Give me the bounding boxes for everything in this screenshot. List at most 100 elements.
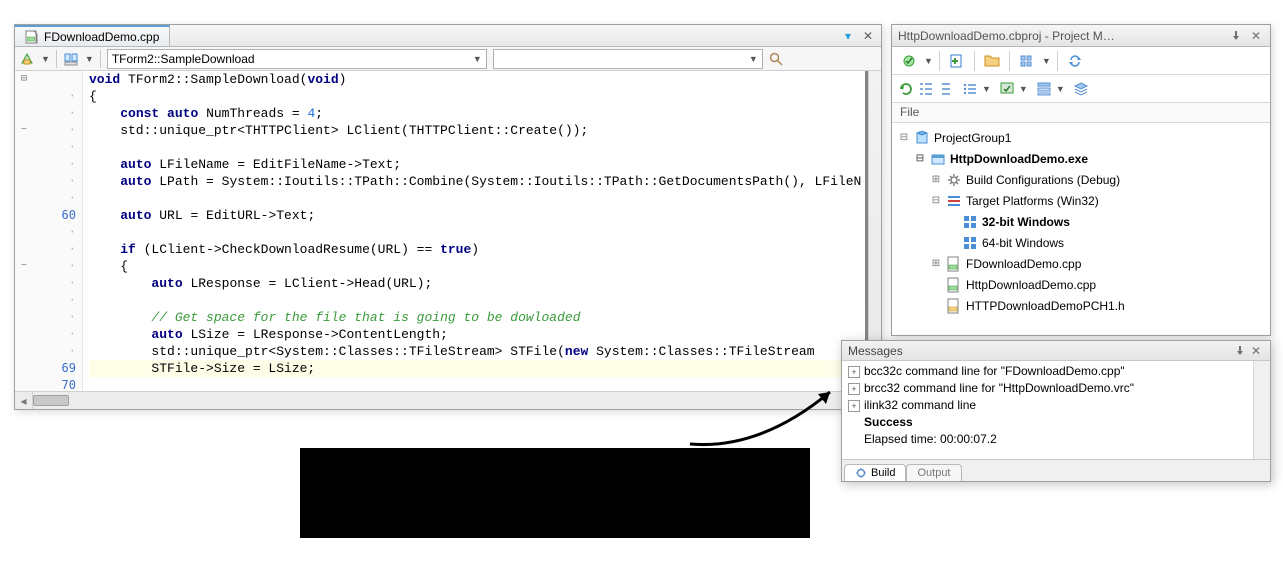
chevron-down-icon[interactable]: ▼ [924, 56, 933, 66]
code-area: ⊟··−·····60··−······6970 void TForm2::Sa… [15, 71, 881, 391]
chevron-down-icon[interactable]: ▼ [982, 84, 991, 94]
tree-row[interactable]: HttpDownloadDemo.cpp [898, 274, 1268, 295]
messages-tab-build[interactable]: Build [844, 464, 906, 481]
tree-twisty-icon[interactable]: ⊟ [930, 191, 942, 211]
target-icon [946, 193, 962, 209]
expand-icon[interactable]: + [848, 366, 860, 378]
tab-close-icon[interactable]: ✕ [859, 27, 877, 45]
chevron-down-icon[interactable]: ▼ [1056, 84, 1065, 94]
gutter-row: −· [15, 122, 82, 139]
structure-view-icon[interactable] [19, 51, 35, 67]
code-line[interactable] [89, 224, 881, 241]
code-line[interactable]: { [89, 88, 881, 105]
tab-dropdown-chevron-icon[interactable]: ▾ [839, 27, 857, 45]
code-line[interactable]: std::unique_ptr<THTTPClient> LClient(THT… [89, 122, 881, 139]
list-icon[interactable] [962, 81, 978, 97]
fold-toggle-icon[interactable]: − [15, 258, 33, 275]
tree-row[interactable]: ⊞FDownloadDemo.cpp [898, 253, 1268, 274]
fold-toggle-icon[interactable]: ⊟ [15, 71, 33, 88]
filter-icon[interactable] [999, 81, 1015, 97]
tree-twisty-icon[interactable]: ⊞ [930, 254, 942, 274]
layers-icon[interactable] [1073, 81, 1089, 97]
expand-icon[interactable]: + [848, 400, 860, 412]
expand-tree-icon[interactable] [918, 81, 934, 97]
chevron-down-icon[interactable]: ▼ [1019, 84, 1028, 94]
chevron-down-icon[interactable]: ▼ [41, 54, 50, 64]
chevron-down-icon[interactable]: ▼ [1042, 56, 1051, 66]
nav-symbol-combobox[interactable]: TForm2::SampleDownload ▼ [107, 49, 487, 69]
close-icon[interactable]: ✕ [1248, 343, 1264, 359]
activate-icon[interactable] [898, 50, 920, 72]
project-tree-column-header[interactable]: File [892, 103, 1270, 123]
code-body[interactable]: void TForm2::SampleDownload(void){ const… [83, 71, 881, 391]
editor-file-tab[interactable]: FDownloadDemo.cpp [15, 25, 170, 46]
message-row[interactable]: +ilink32 command line [842, 397, 1270, 414]
tree-label: Target Platforms (Win32) [966, 191, 1099, 211]
tree-row[interactable]: ⊟ ProjectGroup1 [898, 127, 1268, 148]
code-line[interactable]: STFile->Size = LSize; [89, 360, 881, 377]
code-line[interactable]: const auto NumThreads = 4; [89, 105, 881, 122]
code-line[interactable] [89, 377, 881, 391]
sync-icon[interactable] [1064, 50, 1086, 72]
message-row[interactable]: +Success [842, 414, 1270, 431]
line-number: · [33, 241, 82, 258]
code-line[interactable]: auto LSize = LResponse->ContentLength; [89, 326, 881, 343]
refresh-icon[interactable] [898, 81, 914, 97]
line-number: · [33, 258, 82, 275]
message-row[interactable]: +brcc32 command line for "HttpDownloadDe… [842, 380, 1270, 397]
tree-label: Build Configurations (Debug) [966, 170, 1120, 190]
folder-icon[interactable] [981, 50, 1003, 72]
tree-row[interactable]: ⊞ Build Configurations (Debug) [898, 169, 1268, 190]
code-line[interactable]: { [89, 258, 881, 275]
line-number: · [33, 105, 82, 122]
project-toolbar-row2: ▼ ▼ ▼ [892, 75, 1270, 103]
build-order-icon[interactable] [1036, 81, 1052, 97]
messages-tab-output[interactable]: Output [906, 464, 961, 481]
exe-icon [930, 151, 946, 167]
tree-row[interactable]: HTTPDownloadDemoPCH1.h [898, 295, 1268, 316]
tree-twisty-icon[interactable]: ⊟ [898, 128, 910, 148]
tree-row[interactable]: 64-bit Windows [898, 232, 1268, 253]
tree-twisty-icon[interactable]: ⊟ [914, 149, 926, 169]
chevron-down-icon[interactable]: ▼ [85, 54, 94, 64]
code-line[interactable] [89, 292, 881, 309]
code-line[interactable]: if (LClient->CheckDownloadResume(URL) ==… [89, 241, 881, 258]
message-row[interactable]: +bcc32c command line for "FDownloadDemo.… [842, 363, 1270, 380]
tree-row[interactable]: ⊟ Target Platforms (Win32) [898, 190, 1268, 211]
pin-icon[interactable] [1228, 28, 1244, 44]
scroll-left-arrow-icon[interactable]: ◂ [15, 392, 33, 409]
messages-title: Messages [848, 344, 1232, 358]
nav-member-combobox[interactable]: ▼ [493, 49, 763, 69]
tree-twisty-icon[interactable]: ⊞ [930, 170, 942, 190]
code-line[interactable]: auto LFileName = EditFileName->Text; [89, 156, 881, 173]
collapse-tree-icon[interactable] [938, 81, 954, 97]
tree-label: ProjectGroup1 [934, 128, 1011, 148]
project-tree: ⊟ ProjectGroup1 ⊟ HttpDownloadDemo.exe ⊞ Buil… [892, 123, 1270, 320]
code-line[interactable] [89, 139, 881, 156]
code-line[interactable]: void TForm2::SampleDownload(void) [89, 71, 881, 88]
tree-row[interactable]: 32-bit Windows [898, 211, 1268, 232]
horizontal-scrollbar[interactable]: ◂ ▸ [15, 391, 881, 409]
annotation-caption-block [300, 448, 810, 538]
code-line[interactable]: std::unique_ptr<System::Classes::TFileSt… [89, 343, 881, 360]
cpp-icon [946, 277, 962, 293]
expand-icon[interactable]: + [848, 383, 860, 395]
add-new-icon[interactable] [946, 50, 968, 72]
project-manager-title: HttpDownloadDemo.cbproj - Project M… [898, 29, 1224, 43]
pin-icon[interactable] [1232, 343, 1248, 359]
search-icon[interactable] [769, 52, 783, 66]
tree-row[interactable]: ⊟ HttpDownloadDemo.exe [898, 148, 1268, 169]
scroll-thumb[interactable] [33, 395, 69, 406]
tree-label: HttpDownloadDemo.exe [950, 149, 1088, 169]
code-line[interactable]: auto LPath = System::Ioutils::TPath::Com… [89, 173, 881, 190]
messages-panel: Messages ✕ +bcc32c command line for "FDo… [841, 340, 1271, 482]
message-row[interactable]: +Elapsed time: 00:00:07.2 [842, 431, 1270, 448]
fold-toggle-icon[interactable]: − [15, 122, 33, 139]
code-line[interactable]: auto URL = EditURL->Text; [89, 207, 881, 224]
view-options-icon[interactable] [1016, 50, 1038, 72]
sync-view-icon[interactable] [63, 51, 79, 67]
code-line[interactable]: auto LResponse = LClient->Head(URL); [89, 275, 881, 292]
code-line[interactable]: // Get space for the file that is going … [89, 309, 881, 326]
close-icon[interactable]: ✕ [1248, 28, 1264, 44]
code-line[interactable] [89, 190, 881, 207]
